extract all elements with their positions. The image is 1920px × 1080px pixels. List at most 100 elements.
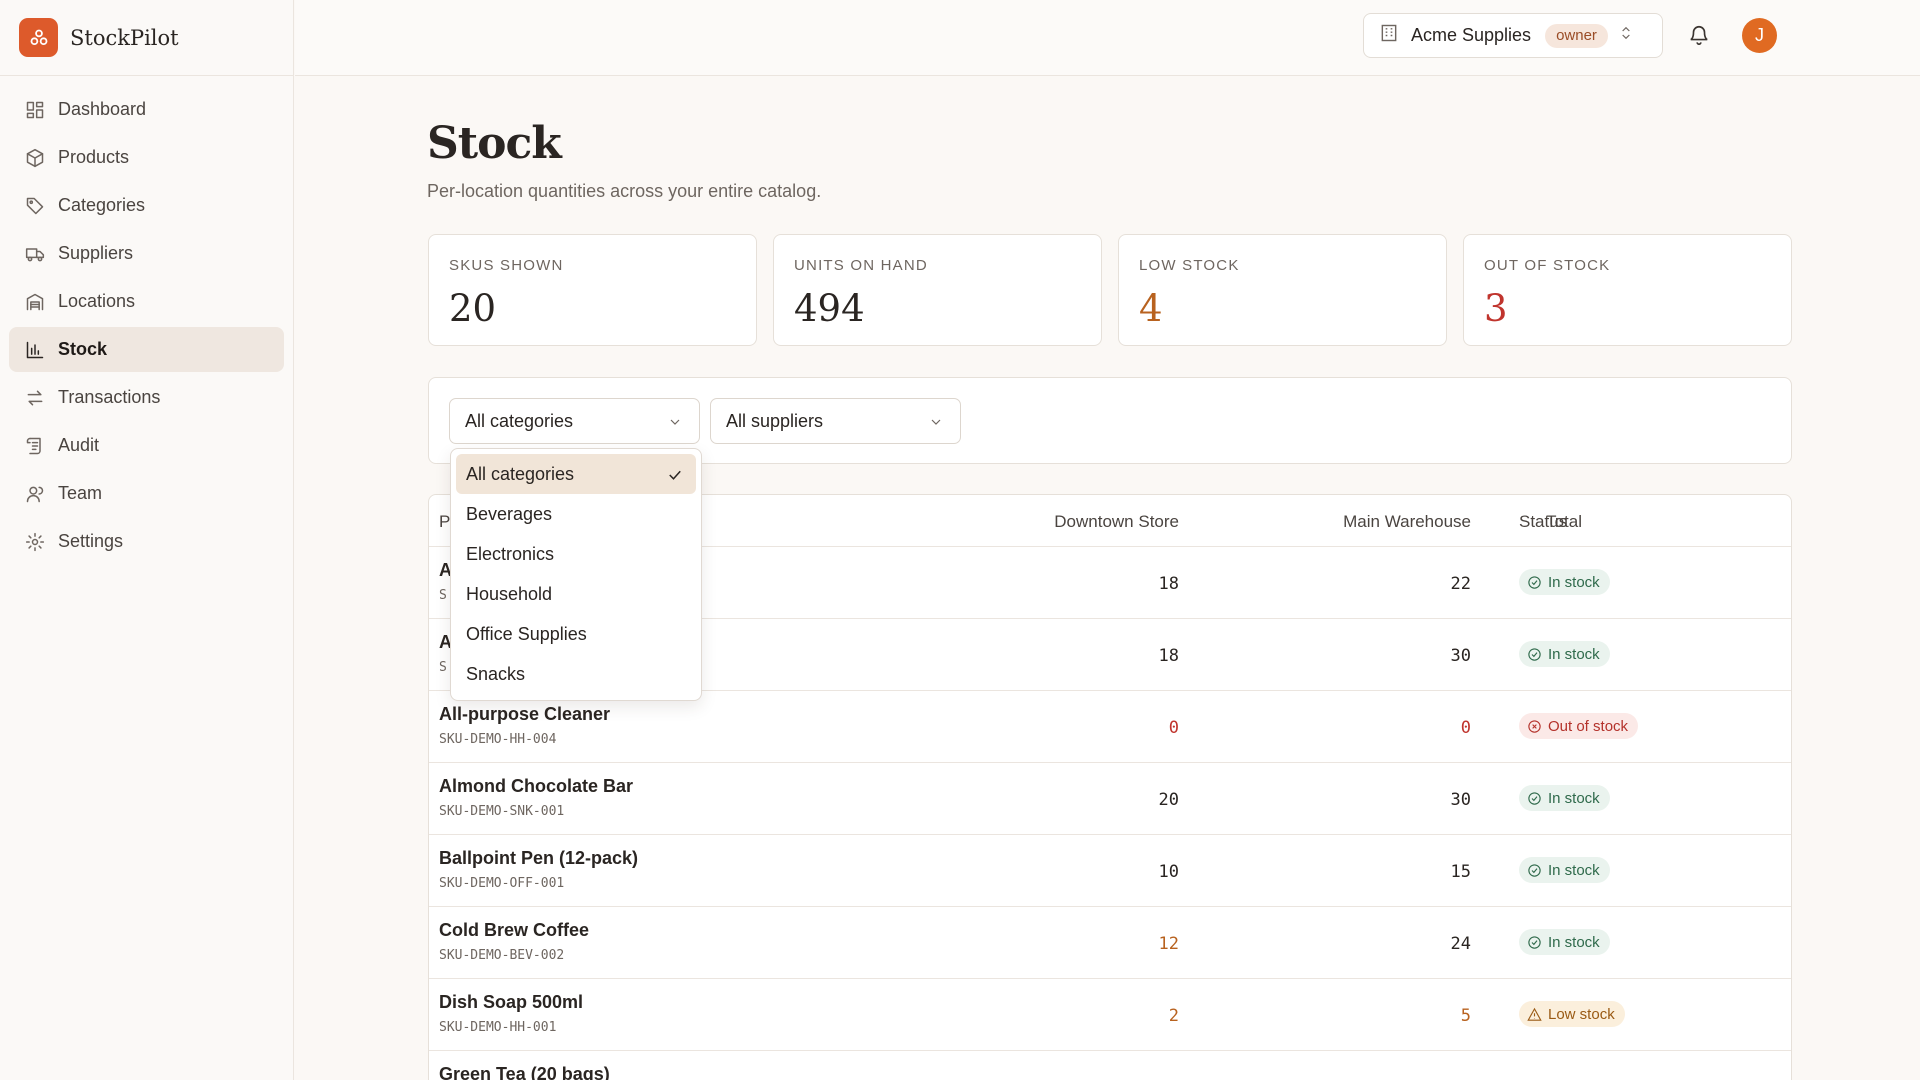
dropdown-option-snacks[interactable]: Snacks [456,654,696,694]
product-name: Almond Chocolate Bar [439,776,634,796]
page-subtitle: Per-location quantities across your enti… [427,181,822,201]
sidebar-item-products[interactable]: Products [9,135,284,180]
stat-value: 3 [1484,287,1508,330]
sidebar-item-categories[interactable]: Categories [9,183,284,228]
table-row[interactable]: Dish Soap 500ml SKU-DEMO-HH-001 2 5 7 Lo… [429,979,1791,1051]
table-row[interactable]: All-purpose Cleaner SKU-DEMO-HH-004 0 0 … [429,691,1791,763]
swap-icon [24,387,46,409]
qty-warehouse: 5 [1460,1006,1471,1026]
status-badge: In stock [1519,857,1610,883]
product-name: All-purpose Cleaner [439,704,611,724]
brand[interactable]: StockPilot [0,0,293,76]
box-icon [24,147,46,169]
table-row[interactable]: Green Tea (20 bags) [429,1051,1791,1080]
page-title: Stock [427,118,562,169]
supplier-select[interactable]: All suppliers [710,398,961,444]
column-header-downtown[interactable]: Downtown Store [959,512,1179,532]
stat-value: 494 [794,287,865,330]
qty-warehouse: 15 [1450,862,1471,882]
sidebar-nav: Dashboard Products Categories Suppliers … [0,76,293,578]
avatar[interactable]: J [1742,18,1777,53]
product-name: Cold Brew Coffee [439,920,590,940]
sidebar-item-label: Products [58,147,130,167]
qty-downtown: 10 [1158,862,1179,882]
sidebar-item-transactions[interactable]: Transactions [9,375,284,420]
product-sku: S [439,660,447,675]
dropdown-option-electronics[interactable]: Electronics [456,534,696,574]
column-header-product[interactable]: P [439,512,450,532]
brand-name: StockPilot [70,25,179,50]
product-sku: SKU-DEMO-SNK-001 [439,804,565,819]
table-row[interactable]: Ballpoint Pen (12-pack) SKU-DEMO-OFF-001… [429,835,1791,907]
truck-icon [24,243,46,265]
building-icon [1379,23,1399,48]
sidebar-item-settings[interactable]: Settings [9,519,284,564]
qty-downtown: 18 [1158,574,1179,594]
status-badge: In stock [1519,569,1610,595]
qty-downtown: 0 [1168,718,1179,738]
check-circle-icon [1528,575,1541,589]
sidebar-item-label: Categories [58,195,146,215]
chevron-down-icon [667,414,683,435]
sidebar-item-label: Suppliers [58,243,134,263]
dropdown-option-household[interactable]: Household [456,574,696,614]
gear-icon [24,531,46,553]
product-name: Ballpoint Pen (12-pack) [439,848,639,868]
stat-card-low-stock: LOW STOCK 4 [1118,234,1447,346]
qty-warehouse: 22 [1450,574,1471,594]
stat-card-out-of-stock: OUT OF STOCK 3 [1463,234,1792,346]
dropdown-option-all-categories[interactable]: All categories [456,454,696,494]
category-select[interactable]: All categories [449,398,700,444]
product-sku: SKU-DEMO-HH-004 [439,732,557,747]
stat-label: UNITS ON HAND [794,257,928,274]
sidebar-item-suppliers[interactable]: Suppliers [9,231,284,276]
bar-chart-icon [24,339,46,361]
dropdown-option-office-supplies[interactable]: Office Supplies [456,614,696,654]
dropdown-option-beverages[interactable]: Beverages [456,494,696,534]
sidebar-item-label: Locations [58,291,136,311]
sidebar-item-dashboard[interactable]: Dashboard [9,87,284,132]
status-badge: Low stock [1519,1001,1625,1027]
category-dropdown-menu: All categories Beverages Electronics Hou… [450,448,702,701]
sidebar-item-stock[interactable]: Stock [9,327,284,372]
topbar: Acme Supplies owner J [295,0,1920,76]
stat-card-skus: SKUS SHOWN 20 [428,234,757,346]
qty-downtown: 18 [1158,646,1179,666]
chevrons-up-down-icon [1618,24,1634,47]
check-circle-icon [1528,791,1541,805]
status-label: In stock [1548,645,1600,663]
status-label: In stock [1548,789,1600,807]
product-sku: SKU-DEMO-HH-001 [439,1020,557,1035]
status-label: In stock [1548,861,1600,879]
sidebar-item-locations[interactable]: Locations [9,279,284,324]
qty-warehouse: 24 [1450,934,1471,954]
dashboard-icon [24,99,46,121]
chevron-down-icon [928,414,944,435]
status-badge: Out of stock [1519,713,1639,739]
option-label: Beverages [466,503,553,524]
product-name: Green Tea (20 bags) [439,1064,610,1080]
option-label: Household [466,583,553,604]
warning-triangle-icon [1527,1007,1542,1021]
table-row[interactable]: Cold Brew Coffee SKU-DEMO-BEV-002 12 24 … [429,907,1791,979]
sidebar-item-team[interactable]: Team [9,471,284,516]
table-row[interactable]: Almond Chocolate Bar SKU-DEMO-SNK-001 20… [429,763,1791,835]
qty-downtown: 20 [1158,790,1179,810]
org-name: Acme Supplies [1411,25,1532,45]
org-switcher[interactable]: Acme Supplies owner [1363,13,1663,58]
bell-icon[interactable] [1688,24,1710,51]
qty-warehouse: 0 [1460,718,1471,738]
status-label: In stock [1548,573,1600,591]
status-badge: In stock [1519,785,1610,811]
brand-logo-icon [19,18,58,57]
stat-label: SKUS SHOWN [449,257,564,274]
column-header-warehouse[interactable]: Main Warehouse [1229,512,1471,532]
sidebar-item-label: Team [58,483,103,503]
status-badge: In stock [1519,641,1610,667]
stat-label: OUT OF STOCK [1484,257,1611,274]
column-header-status[interactable]: Status [1519,512,1567,532]
sidebar-item-label: Stock [58,339,108,359]
sidebar-item-label: Dashboard [58,99,147,119]
option-label: Office Supplies [466,623,587,644]
sidebar-item-audit[interactable]: Audit [9,423,284,468]
